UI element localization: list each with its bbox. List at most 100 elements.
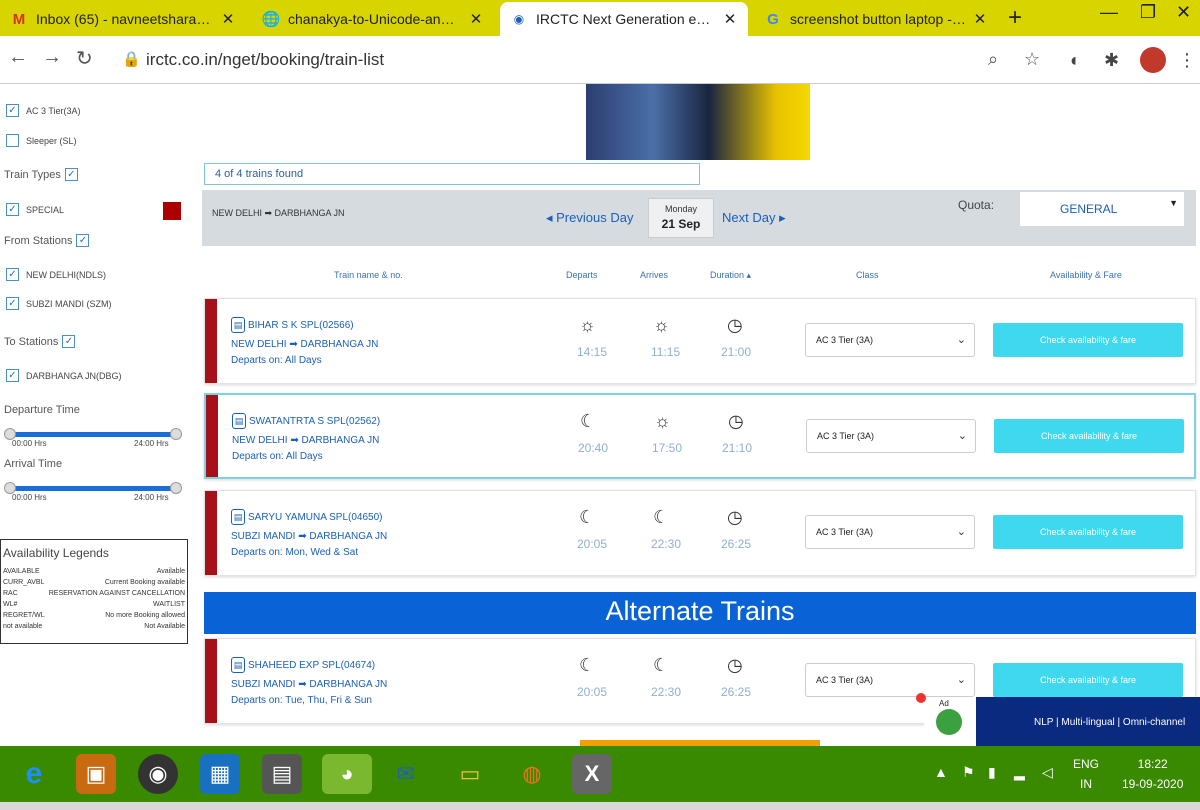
new-tab-button[interactable]: + bbox=[1008, 4, 1022, 32]
class-value: AC 3 Tier (3A) bbox=[817, 431, 875, 441]
language-indicator[interactable]: ENG IN bbox=[1073, 754, 1099, 794]
app-icon[interactable]: ▣ bbox=[76, 754, 116, 794]
checkbox-checked-icon[interactable]: ✓ bbox=[6, 297, 19, 310]
quota-select[interactable]: GENERAL ▼ bbox=[1020, 192, 1184, 226]
check-availability-button[interactable]: Check availability & fare bbox=[993, 663, 1183, 697]
col-duration-sort[interactable]: Duration ▴ bbox=[710, 270, 751, 281]
tab-google[interactable]: G screenshot button laptop - Go ✕ bbox=[754, 2, 998, 36]
firefox-icon[interactable]: ◍ bbox=[512, 754, 552, 794]
legend-row: WL# WAITLIST bbox=[3, 599, 185, 610]
clock-icon: ◷ bbox=[727, 315, 743, 335]
checkbox-icon[interactable] bbox=[6, 134, 19, 147]
slider-max-handle[interactable] bbox=[170, 482, 182, 494]
previous-day-link[interactable]: ◂ Previous Day bbox=[546, 210, 633, 226]
close-icon[interactable]: ✕ bbox=[220, 10, 236, 28]
departure-sun-icon: ☼ bbox=[579, 315, 596, 335]
train-name-link[interactable]: ▤ SHAHEED EXP SPL(04674) bbox=[231, 657, 375, 673]
puzzle-icon[interactable]: ✱ bbox=[1104, 50, 1119, 71]
legend-row: CURR_AVBL Current Booking available bbox=[3, 577, 185, 588]
filter-from-szm[interactable]: ✓ SUBZI MANDI (SZM) bbox=[6, 297, 112, 310]
class-select[interactable]: AC 3 Tier (3A) ⌄ bbox=[805, 515, 975, 549]
browser-tab-strip: M Inbox (65) - navneetsharan@c ✕ 🌐 chana… bbox=[0, 0, 1200, 36]
document-app-icon[interactable]: ▤ bbox=[262, 754, 302, 794]
train-card: ▤ BIHAR S K SPL(02566) NEW DELHI ➡ DARBHA… bbox=[204, 298, 1196, 384]
battery-icon[interactable]: ▮ bbox=[988, 764, 996, 781]
class-select[interactable]: AC 3 Tier (3A) ⌄ bbox=[805, 323, 975, 357]
slider-max-handle[interactable] bbox=[170, 428, 182, 440]
checkbox-checked-icon[interactable]: ✓ bbox=[6, 203, 19, 216]
minimize-icon[interactable]: — bbox=[1100, 2, 1118, 23]
train-name-link[interactable]: ▤ SARYU YAMUNA SPL(04650) bbox=[231, 509, 383, 525]
train-card: ▤ SWATANTRTA S SPL(02562) NEW DELHI ➡ DAR… bbox=[204, 393, 1196, 479]
clock-time: 18:22 bbox=[1137, 757, 1168, 771]
train-name: BIHAR S K SPL(02566) bbox=[248, 319, 354, 331]
train-icon: ▤ bbox=[231, 509, 245, 525]
menu-dots-icon[interactable]: ⋮ bbox=[1178, 50, 1196, 71]
selected-date[interactable]: Monday 21 Sep bbox=[648, 198, 714, 238]
checkbox-checked-icon[interactable]: ✓ bbox=[6, 268, 19, 281]
ad-banner[interactable]: Ad NLP | Multi-lingual | Omni-channel bbox=[916, 693, 1200, 746]
check-availability-button[interactable]: Check availability & fare bbox=[993, 323, 1183, 357]
ad-mascot-panel: Ad bbox=[924, 697, 976, 746]
reload-icon[interactable]: ↻ bbox=[76, 46, 93, 71]
tab-chanakya[interactable]: 🌐 chanakya-to-Unicode-and-Kr ✕ bbox=[252, 2, 494, 36]
class-value: AC 3 Tier (3A) bbox=[816, 675, 874, 685]
train-card: ▤ SARYU YAMUNA SPL(04650) SUBZI MANDI ➡ D… bbox=[204, 490, 1196, 576]
legend-row: REGRET/WL No more Booking allowed bbox=[3, 610, 185, 621]
extension-circle-icon[interactable]: ◐ bbox=[1070, 50, 1081, 71]
file-explorer-icon[interactable]: ▭ bbox=[450, 754, 490, 794]
zoom-icon[interactable]: ⌕ bbox=[988, 49, 998, 70]
close-icon[interactable]: ✕ bbox=[468, 10, 484, 28]
alternate-trains-heading: Alternate Trains bbox=[204, 592, 1196, 634]
filter-special[interactable]: ✓ SPECIAL bbox=[6, 203, 64, 216]
back-icon[interactable]: ← bbox=[8, 46, 28, 69]
network-icon[interactable]: ▂ bbox=[1014, 764, 1025, 781]
tray-up-arrow-icon[interactable]: ▲ bbox=[934, 764, 948, 780]
filter-to-dbg[interactable]: ✓ DARBHANGA JN(DBG) bbox=[6, 369, 122, 382]
legend-key: not available bbox=[3, 623, 43, 630]
url-text: irctc.co.in/nget/booking/train-list bbox=[146, 50, 385, 69]
arrival-time-slider[interactable] bbox=[4, 482, 182, 494]
system-clock[interactable]: 18:22 19-09-2020 bbox=[1122, 754, 1183, 794]
filter-class-sl[interactable]: Sleeper (SL) bbox=[6, 134, 77, 147]
check-availability-button[interactable]: Check availability & fare bbox=[994, 419, 1184, 453]
flag-icon[interactable]: ⚑ bbox=[962, 764, 975, 781]
bookmark-star-icon[interactable]: ☆ bbox=[1024, 49, 1040, 70]
promo-banner[interactable] bbox=[586, 84, 810, 160]
close-icon[interactable]: ✕ bbox=[722, 10, 738, 28]
internet-explorer-icon[interactable]: e bbox=[14, 754, 54, 794]
close-window-icon[interactable]: ✕ bbox=[1176, 2, 1191, 23]
next-day-link[interactable]: Next Day ▸ bbox=[722, 210, 786, 226]
x-app-icon[interactable]: X bbox=[572, 754, 612, 794]
filter-from-ndls[interactable]: ✓ NEW DELHI(NDLS) bbox=[6, 268, 106, 281]
calculator-icon[interactable]: ▦ bbox=[200, 754, 240, 794]
checkbox-checked-icon[interactable]: ✓ bbox=[62, 335, 76, 348]
speaker-app-icon[interactable]: ◉ bbox=[138, 754, 178, 794]
chevron-down-icon: ⌄ bbox=[956, 674, 966, 686]
chrome-icon[interactable]: ◕ bbox=[322, 754, 372, 794]
filter-class-3a[interactable]: ✓ AC 3 Tier(3A) bbox=[6, 104, 81, 117]
thunderbird-icon[interactable]: ✉ bbox=[386, 754, 426, 794]
maximize-icon[interactable]: ❐ bbox=[1140, 2, 1156, 23]
legend-key: AVAILABLE bbox=[3, 568, 40, 575]
departure-time-slider[interactable] bbox=[4, 428, 182, 440]
checkbox-checked-icon[interactable]: ✓ bbox=[6, 104, 19, 117]
tab-gmail[interactable]: M Inbox (65) - navneetsharan@c ✕ bbox=[0, 2, 246, 36]
checkbox-checked-icon[interactable]: ✓ bbox=[76, 234, 90, 247]
close-icon[interactable]: ✕ bbox=[972, 10, 988, 28]
checkbox-checked-icon[interactable]: ✓ bbox=[64, 168, 78, 181]
address-bar[interactable]: 🔒 irctc.co.in/nget/booking/train-list ⌕ … bbox=[110, 43, 1060, 77]
page-content: ✓ AC 3 Tier(3A) Sleeper (SL) Train Types… bbox=[0, 84, 1200, 746]
ad-close-icon[interactable] bbox=[916, 693, 926, 703]
tab-irctc[interactable]: ◉ IRCTC Next Generation eTicke ✕ bbox=[500, 2, 748, 36]
avatar[interactable] bbox=[1140, 47, 1166, 73]
forward-icon[interactable]: → bbox=[42, 46, 62, 69]
class-select[interactable]: AC 3 Tier (3A) ⌄ bbox=[806, 419, 976, 453]
checkbox-checked-icon[interactable]: ✓ bbox=[6, 369, 19, 382]
lock-icon[interactable]: 🔒 bbox=[122, 50, 141, 68]
volume-icon[interactable]: ◁ bbox=[1042, 764, 1053, 781]
train-name-link[interactable]: ▤ BIHAR S K SPL(02566) bbox=[231, 317, 354, 333]
class-select[interactable]: AC 3 Tier (3A) ⌄ bbox=[805, 663, 975, 697]
check-availability-button[interactable]: Check availability & fare bbox=[993, 515, 1183, 549]
train-name-link[interactable]: ▤ SWATANTRTA S SPL(02562) bbox=[232, 413, 380, 429]
